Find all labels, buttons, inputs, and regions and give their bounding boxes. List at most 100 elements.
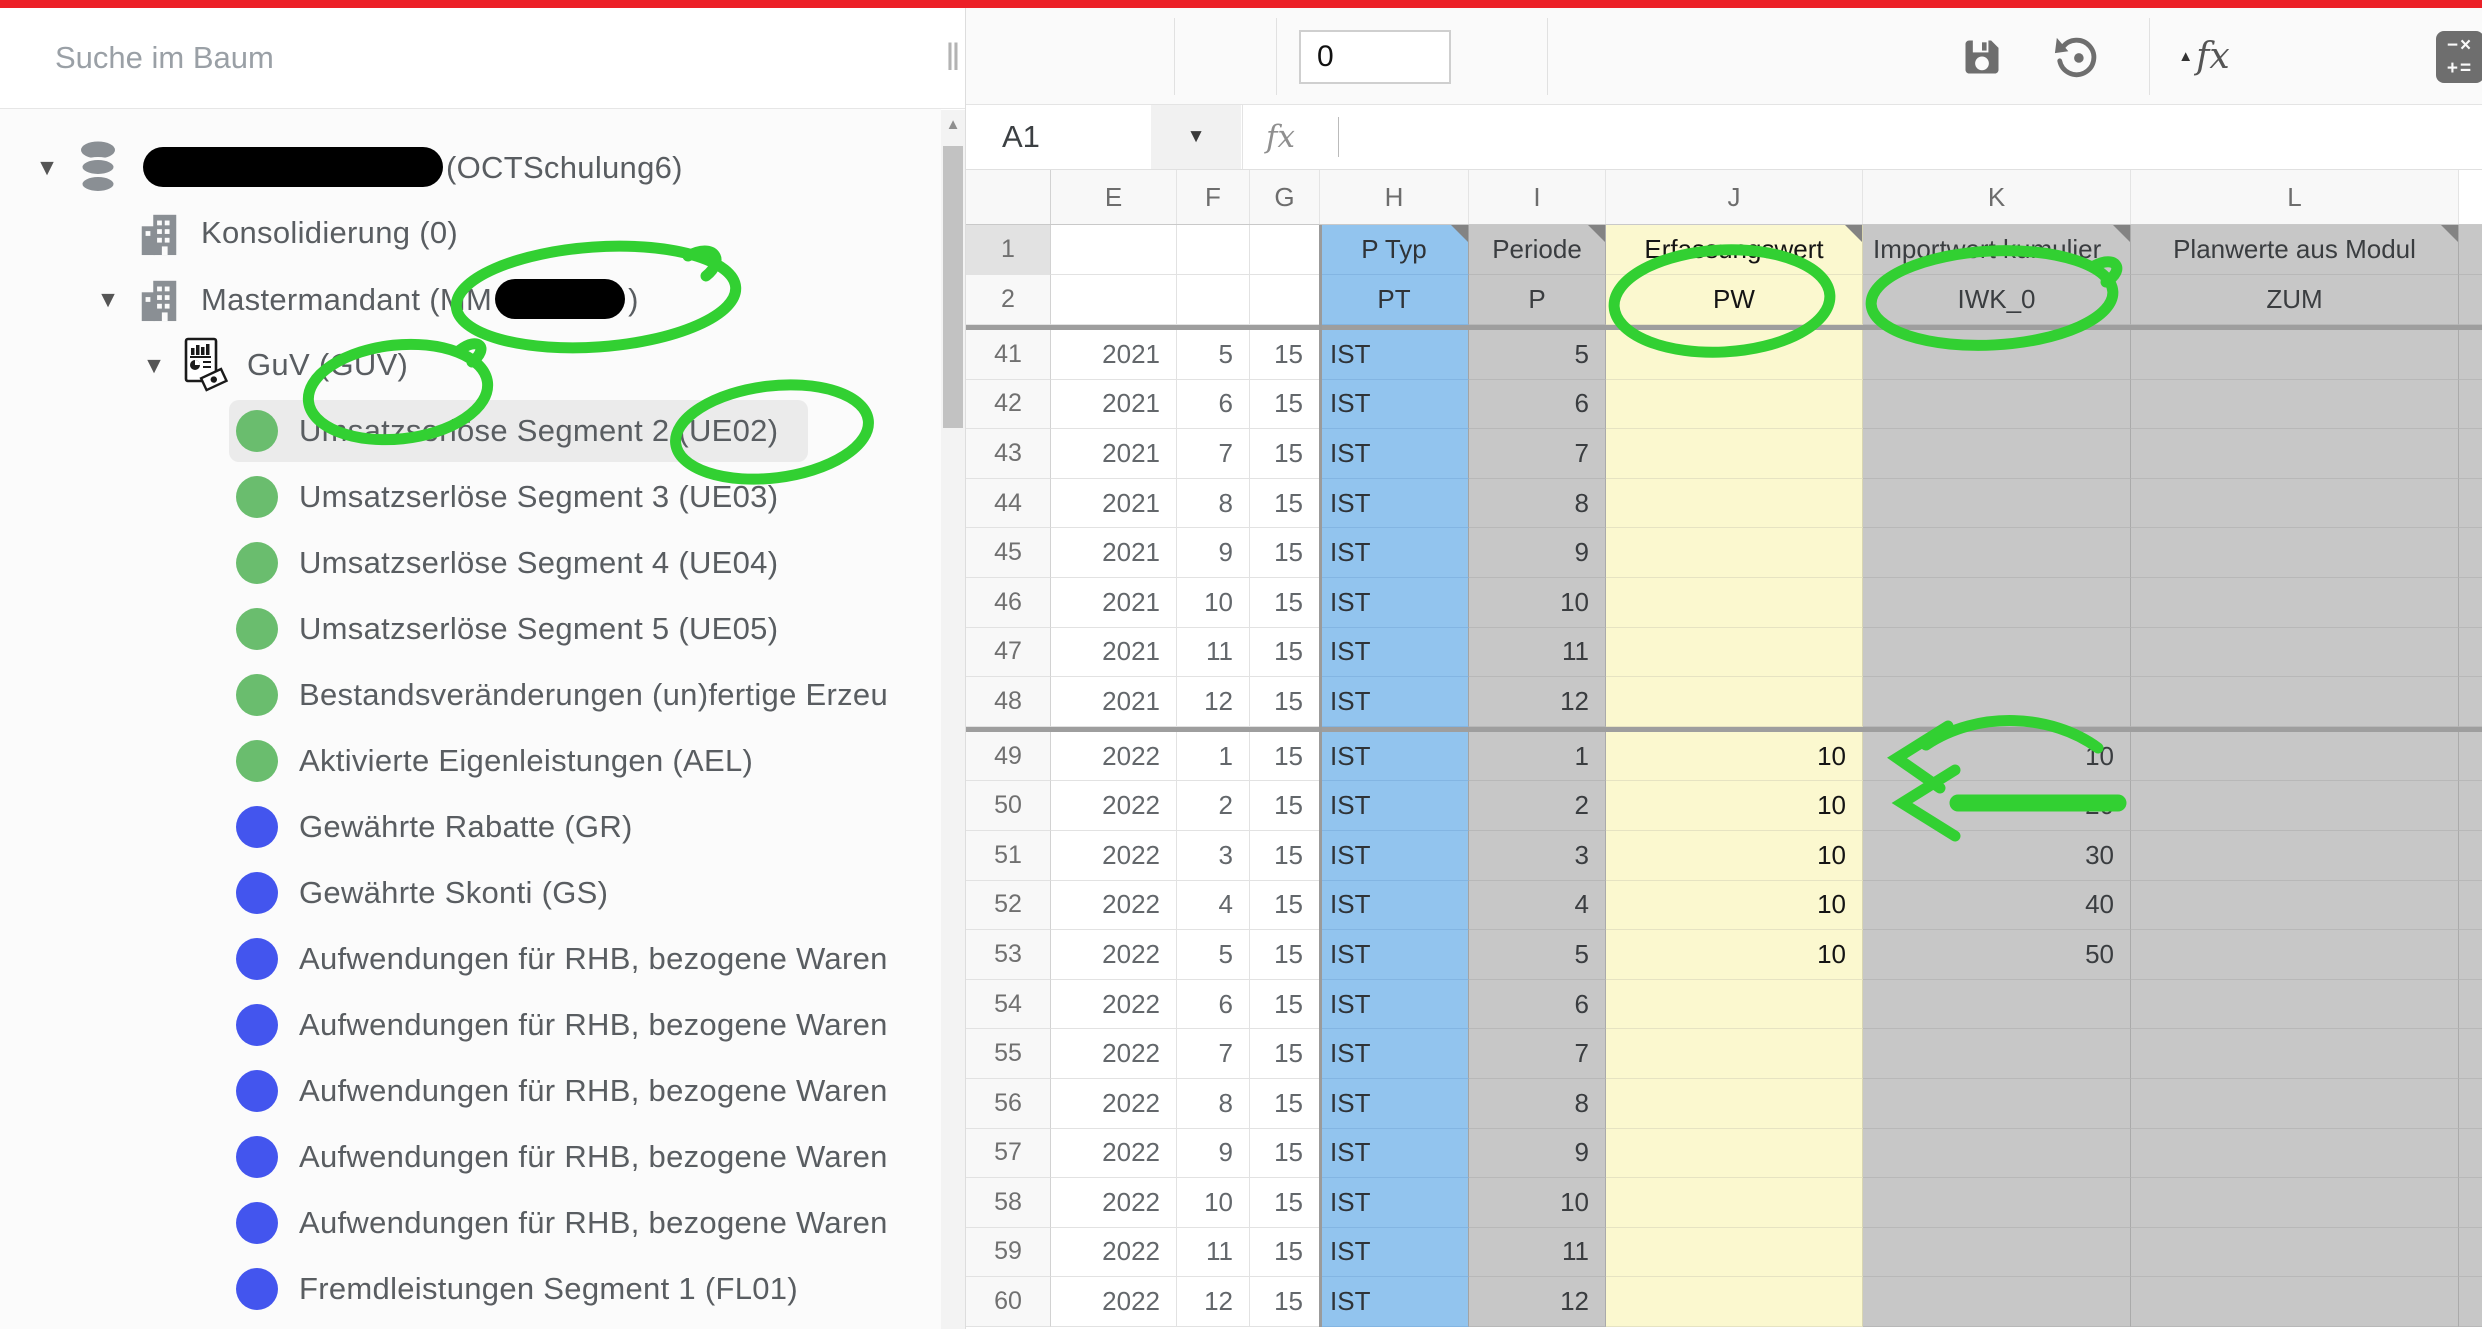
cell-G48[interactable]: 15 xyxy=(1250,677,1320,727)
cell-F58[interactable]: 10 xyxy=(1177,1178,1250,1228)
cell-K51[interactable]: 30 xyxy=(1863,831,2131,881)
cell-G1[interactable] xyxy=(1250,225,1320,275)
tree-item-rhb-1[interactable]: Aufwendungen für RHB, bezogene Waren xyxy=(0,926,941,992)
cell-E41[interactable]: 2021 xyxy=(1051,330,1177,380)
cell-E53[interactable]: 2022 xyxy=(1051,930,1177,980)
cell-F47[interactable]: 11 xyxy=(1177,628,1250,678)
cell-L51[interactable] xyxy=(2131,831,2459,881)
cell-I1[interactable]: Periode xyxy=(1469,225,1606,275)
tree-item-gs[interactable]: Gewährte Skonti (GS) xyxy=(0,860,941,926)
cell-J51[interactable]: 10 xyxy=(1606,831,1863,881)
row-header-42[interactable]: 42 xyxy=(966,380,1051,430)
tree-item-rhb-4[interactable]: Aufwendungen für RHB, bezogene Waren xyxy=(0,1124,941,1190)
cell-G54[interactable]: 15 xyxy=(1250,980,1320,1030)
cell-G49[interactable]: 15 xyxy=(1250,732,1320,782)
cell-E43[interactable]: 2021 xyxy=(1051,429,1177,479)
select-all-corner[interactable] xyxy=(966,170,1051,224)
cell-M47[interactable] xyxy=(2459,628,2482,678)
cell-H41[interactable]: IST xyxy=(1320,330,1469,380)
row-header-54[interactable]: 54 xyxy=(966,980,1051,1030)
cell-J43[interactable] xyxy=(1606,429,1863,479)
cell-M43[interactable] xyxy=(2459,429,2482,479)
cell-F55[interactable]: 7 xyxy=(1177,1029,1250,1079)
tree-item-root-database[interactable]: ▼(OCTSchulung6) xyxy=(0,134,941,200)
cell-J53[interactable]: 10 xyxy=(1606,930,1863,980)
cell-H2[interactable]: PT xyxy=(1320,275,1469,325)
cell-M46[interactable] xyxy=(2459,578,2482,628)
cell-F52[interactable]: 4 xyxy=(1177,881,1250,931)
cell-K53[interactable]: 50 xyxy=(1863,930,2131,980)
scrollbar-thumb[interactable] xyxy=(943,146,963,428)
cell-G2[interactable] xyxy=(1250,275,1320,325)
cell-G45[interactable]: 15 xyxy=(1250,528,1320,578)
cell-G58[interactable]: 15 xyxy=(1250,1178,1320,1228)
row-header-48[interactable]: 48 xyxy=(966,677,1051,727)
tree-item-rhb-5[interactable]: Aufwendungen für RHB, bezogene Waren xyxy=(0,1190,941,1256)
cell-E58[interactable]: 2022 xyxy=(1051,1178,1177,1228)
cell-K52[interactable]: 40 xyxy=(1863,881,2131,931)
cell-I54[interactable]: 6 xyxy=(1469,980,1606,1030)
cell-K41[interactable] xyxy=(1863,330,2131,380)
scroll-up-icon[interactable]: ▲ xyxy=(941,116,965,133)
row-header-55[interactable]: 55 xyxy=(966,1029,1051,1079)
cell-E48[interactable]: 2021 xyxy=(1051,677,1177,727)
cell-L46[interactable] xyxy=(2131,578,2459,628)
cell-H45[interactable]: IST xyxy=(1320,528,1469,578)
cell-I49[interactable]: 1 xyxy=(1469,732,1606,782)
row-header-43[interactable]: 43 xyxy=(966,429,1051,479)
tree-item-ue04[interactable]: Umsatzserlöse Segment 4 (UE04) xyxy=(0,530,941,596)
cell-K46[interactable] xyxy=(1863,578,2131,628)
cell-H52[interactable]: IST xyxy=(1320,881,1469,931)
cell-I45[interactable]: 9 xyxy=(1469,528,1606,578)
cell-J45[interactable] xyxy=(1606,528,1863,578)
row-header-59[interactable]: 59 xyxy=(966,1228,1051,1278)
cell-E57[interactable]: 2022 xyxy=(1051,1129,1177,1179)
cell-K47[interactable] xyxy=(1863,628,2131,678)
cell-L47[interactable] xyxy=(2131,628,2459,678)
cell-I56[interactable]: 8 xyxy=(1469,1079,1606,1129)
row-header-1[interactable]: 1 xyxy=(966,225,1051,275)
cell-E55[interactable]: 2022 xyxy=(1051,1029,1177,1079)
row-header-52[interactable]: 52 xyxy=(966,881,1051,931)
cell-F45[interactable]: 9 xyxy=(1177,528,1250,578)
cell-I57[interactable]: 9 xyxy=(1469,1129,1606,1179)
column-header-M[interactable] xyxy=(2459,170,2482,224)
cell-E51[interactable]: 2022 xyxy=(1051,831,1177,881)
tree-item-bestandsveraenderungen[interactable]: Bestandsveränderungen (un)fertige Erzeu xyxy=(0,662,941,728)
cell-H59[interactable]: IST xyxy=(1320,1228,1469,1278)
row-header-56[interactable]: 56 xyxy=(966,1079,1051,1129)
tree-item-mastermandant[interactable]: ▼Mastermandant (MM) xyxy=(0,266,941,332)
cell-M52[interactable] xyxy=(2459,881,2482,931)
cell-M2[interactable] xyxy=(2459,275,2482,325)
cell-G51[interactable]: 15 xyxy=(1250,831,1320,881)
cell-K59[interactable] xyxy=(1863,1228,2131,1278)
cell-I59[interactable]: 11 xyxy=(1469,1228,1606,1278)
expand-arrow-icon[interactable]: ▼ xyxy=(131,352,177,379)
cell-G55[interactable]: 15 xyxy=(1250,1029,1320,1079)
cell-I41[interactable]: 5 xyxy=(1469,330,1606,380)
cell-K44[interactable] xyxy=(1863,479,2131,529)
formula-fx-button[interactable]: ▲fx xyxy=(2164,8,2244,105)
row-header-58[interactable]: 58 xyxy=(966,1178,1051,1228)
cell-L58[interactable] xyxy=(2131,1178,2459,1228)
cell-G43[interactable]: 15 xyxy=(1250,429,1320,479)
cell-K55[interactable] xyxy=(1863,1029,2131,1079)
cell-I44[interactable]: 8 xyxy=(1469,479,1606,529)
cell-K50[interactable]: 20 xyxy=(1863,781,2131,831)
cell-M49[interactable] xyxy=(2459,732,2482,782)
cell-J44[interactable] xyxy=(1606,479,1863,529)
cell-E54[interactable]: 2022 xyxy=(1051,980,1177,1030)
cell-E47[interactable]: 2021 xyxy=(1051,628,1177,678)
cell-L42[interactable] xyxy=(2131,380,2459,430)
cell-L50[interactable] xyxy=(2131,781,2459,831)
cell-H46[interactable]: IST xyxy=(1320,578,1469,628)
cell-H55[interactable]: IST xyxy=(1320,1029,1469,1079)
cell-L1[interactable]: Planwerte aus Modul xyxy=(2131,225,2459,275)
row-header-2[interactable]: 2 xyxy=(966,275,1051,325)
cell-E52[interactable]: 2022 xyxy=(1051,881,1177,931)
cell-H49[interactable]: IST xyxy=(1320,732,1469,782)
cell-F41[interactable]: 5 xyxy=(1177,330,1250,380)
column-header-J[interactable]: J xyxy=(1606,170,1863,224)
cell-H57[interactable]: IST xyxy=(1320,1129,1469,1179)
cell-M58[interactable] xyxy=(2459,1178,2482,1228)
